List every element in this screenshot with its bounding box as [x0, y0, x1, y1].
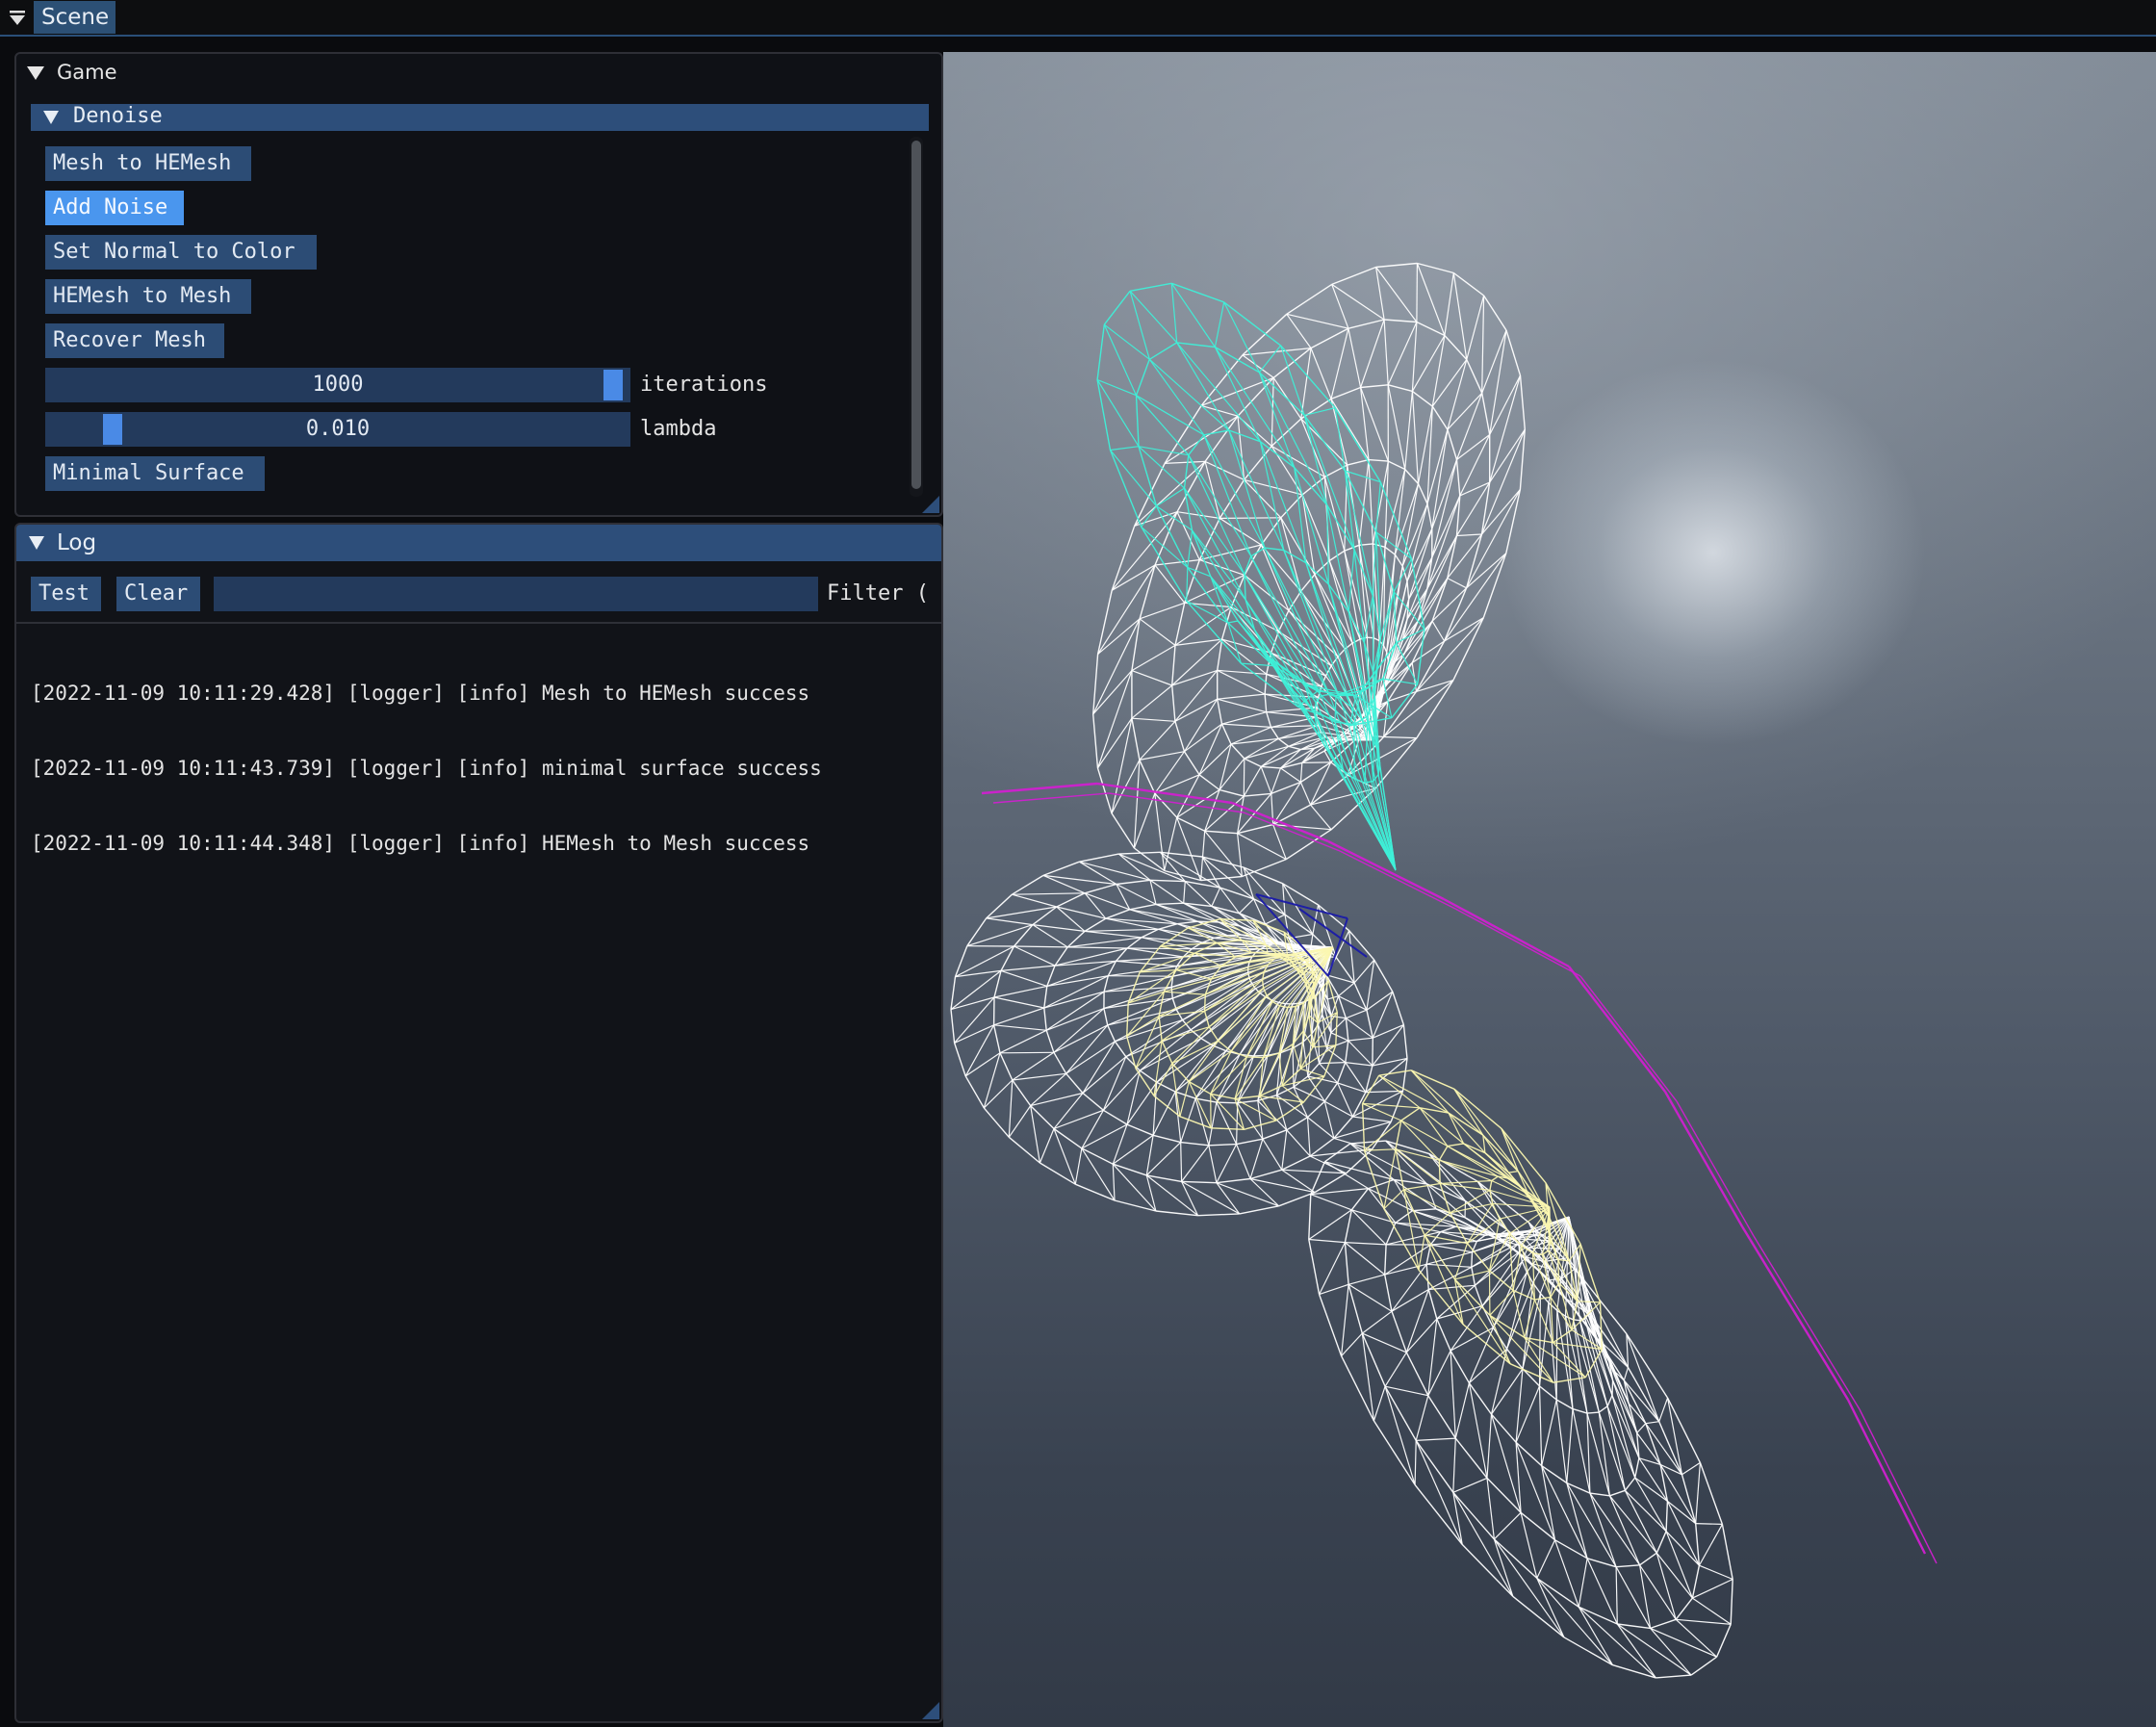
denoise-section-title: Denoise [73, 104, 163, 128]
hemesh-to-mesh-button[interactable]: HEMesh to Mesh [45, 279, 251, 314]
game-window-title: Game [57, 61, 117, 84]
log-window: Log Test Clear Filter ( [2022-11-09 10:1… [14, 523, 943, 1723]
log-line: [2022-11-09 10:11:29.428] [logger] [info… [31, 682, 810, 705]
lambda-value: 0.010 [305, 417, 371, 441]
filter-input[interactable] [214, 577, 818, 611]
game-window-header[interactable]: Game [16, 54, 941, 92]
collapse-arrow-icon[interactable] [28, 535, 45, 551]
iterations-slider[interactable]: 1000 [45, 368, 630, 402]
log-window-header[interactable]: Log [16, 525, 941, 561]
log-output: [2022-11-09 10:11:29.428] [logger] [info… [31, 631, 822, 906]
collapse-arrow-icon[interactable] [42, 110, 60, 125]
log-divider [16, 622, 941, 624]
lambda-slider-grab[interactable] [103, 414, 123, 445]
minimal-surface-button[interactable]: Minimal Surface [45, 456, 265, 491]
lambda-slider[interactable]: 0.010 [45, 412, 630, 447]
tab-scene[interactable]: Scene [34, 1, 116, 34]
add-noise-button[interactable]: Add Noise [45, 191, 184, 225]
menu-bar: Scene [0, 0, 2156, 37]
denoise-scrollbar[interactable] [910, 137, 923, 497]
lambda-label: lambda [640, 417, 717, 441]
resize-grip-icon[interactable] [922, 496, 939, 513]
game-window: Game Denoise Mesh to HEMesh Add Noise Se… [14, 52, 943, 517]
iterations-slider-grab[interactable] [603, 370, 624, 400]
iterations-value: 1000 [312, 373, 364, 397]
collapse-arrow-icon[interactable] [26, 65, 45, 81]
clear-button[interactable]: Clear [116, 577, 200, 611]
filter-label: Filter ( [827, 581, 929, 606]
log-line: [2022-11-09 10:11:44.348] [logger] [info… [31, 832, 810, 855]
test-button[interactable]: Test [31, 577, 101, 611]
set-normal-to-color-button[interactable]: Set Normal to Color [45, 235, 317, 270]
scene-viewport[interactable] [943, 52, 2156, 1727]
resize-grip-icon[interactable] [922, 1702, 939, 1719]
recover-mesh-button[interactable]: Recover Mesh [45, 323, 224, 358]
mesh-to-hemesh-button[interactable]: Mesh to HEMesh [45, 146, 251, 181]
collapse-arrow-icon[interactable] [8, 9, 27, 28]
log-line: [2022-11-09 10:11:43.739] [logger] [info… [31, 757, 822, 780]
log-window-title: Log [57, 530, 97, 555]
iterations-label: iterations [640, 373, 768, 397]
wireframe-mesh [950, 262, 1938, 1679]
denoise-section-header[interactable]: Denoise [31, 104, 929, 131]
scrollbar-thumb[interactable] [911, 141, 921, 489]
